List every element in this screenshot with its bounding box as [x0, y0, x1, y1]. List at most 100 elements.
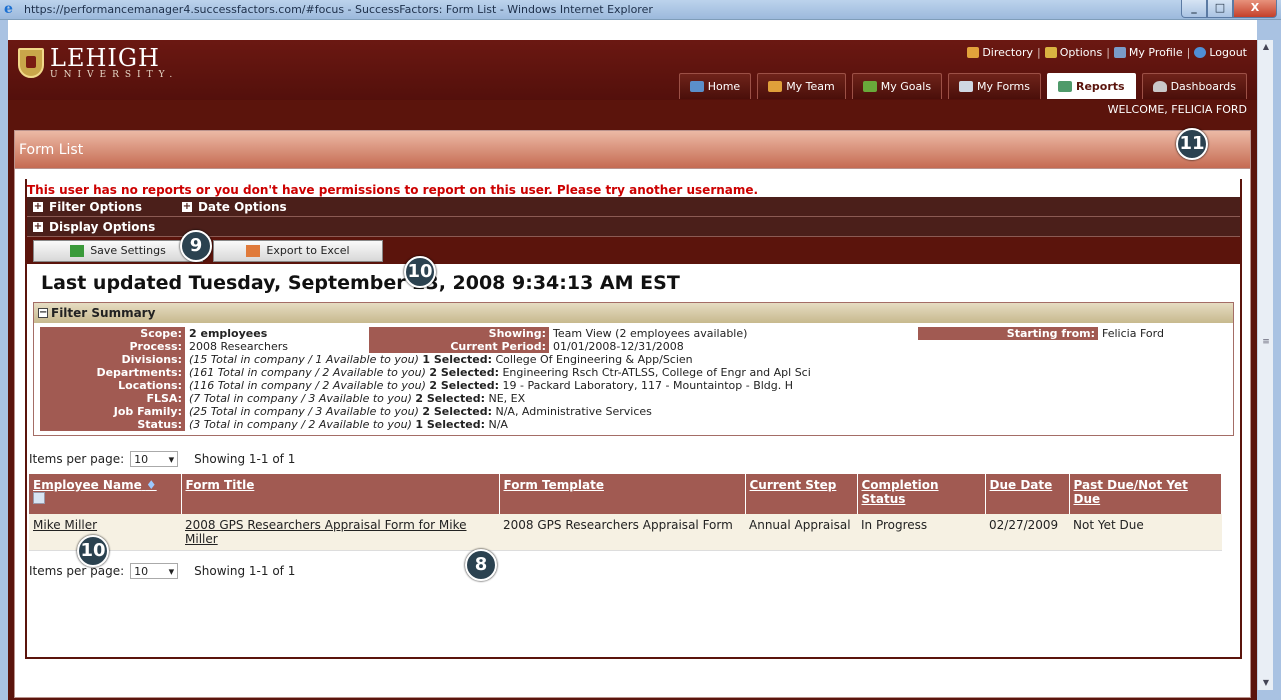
tab-my-goals[interactable]: My Goals — [851, 73, 943, 99]
options-icon — [1044, 47, 1057, 58]
col-employee-name[interactable]: Employee Name ♦ — [29, 474, 182, 514]
export-excel-button[interactable]: Export to Excel — [213, 239, 383, 262]
filter-row-selection: Engineering Rsch Ctr-ATLSS, College of E… — [502, 366, 811, 379]
tab-reports[interactable]: Reports — [1046, 73, 1136, 99]
scope-value: 2 employees — [189, 327, 268, 340]
my-profile-link[interactable]: My Profile — [1113, 46, 1183, 59]
logout-link[interactable]: Logout — [1194, 46, 1247, 59]
window-titlebar: e https://performancemanager4.successfac… — [0, 0, 1281, 20]
home-icon — [689, 81, 704, 92]
filter-row-totals: (3 Total in company / 2 Available to you… — [189, 418, 412, 431]
filter-row: Status: (3 Total in company / 2 Available… — [40, 418, 1227, 431]
filter-row: Locations: (116 Total in company / 2 Avai… — [40, 379, 1227, 392]
period-value: 01/01/2008-12/31/2008 — [553, 340, 684, 353]
filter-options-toggle[interactable]: + Filter Options — [33, 200, 142, 214]
filter-row-process: Process: 2008 Researchers Current Period… — [40, 340, 1227, 353]
showing-count: Showing 1-1 of 1 — [194, 452, 296, 466]
filter-row-value: (25 Total in company / 3 Available to yo… — [189, 405, 652, 418]
col-current-step[interactable]: Current Step — [745, 474, 858, 514]
shield-icon — [18, 48, 44, 78]
scroll-up-icon[interactable]: ▲ — [1258, 40, 1274, 54]
col-current-step-label: Current Step — [749, 478, 837, 492]
vertical-scrollbar[interactable]: ▲ ≡ ▼ — [1257, 40, 1273, 690]
tab-dashboards[interactable]: Dashboards — [1141, 73, 1247, 99]
col-form-template-label: Form Template — [503, 478, 604, 492]
profile-icon — [1113, 47, 1126, 58]
scroll-down-icon[interactable]: ▼ — [1258, 676, 1274, 690]
table-icon[interactable] — [33, 492, 45, 504]
directory-icon — [967, 47, 980, 58]
filter-row-selection: College Of Engineering & App/Scien — [495, 353, 693, 366]
filter-summary: − Filter Summary Scope: 2 employees Showi… — [33, 302, 1234, 436]
form-template-cell: 2008 GPS Researchers Appraisal Form — [499, 514, 745, 551]
filter-row-selection: N/A — [488, 418, 508, 431]
save-settings-button[interactable]: Save Settings — [33, 239, 203, 262]
filter-row: Divisions: (15 Total in company / 1 Avail… — [40, 353, 1227, 366]
filter-row-value: (7 Total in company / 3 Available to you… — [189, 392, 525, 405]
col-due-date[interactable]: Due Date — [985, 474, 1070, 514]
starting-value: Felicia Ford — [1102, 327, 1164, 340]
save-settings-label: Save Settings — [90, 244, 166, 257]
directory-link[interactable]: Directory — [967, 46, 1033, 59]
export-icon — [246, 244, 261, 257]
form-table: Employee Name ♦ Form Title Form Template… — [29, 474, 1222, 551]
filter-row-value: (3 Total in company / 2 Available to you… — [189, 418, 508, 431]
col-form-title[interactable]: Form Title — [181, 474, 500, 514]
expand-icon: + — [181, 200, 192, 212]
goals-icon — [862, 81, 877, 92]
lehigh-logo[interactable]: LEHIGH UNIVERSITY. — [18, 46, 178, 80]
options-link[interactable]: Options — [1044, 46, 1102, 59]
items-per-page-select[interactable]: 10 ▾ — [130, 563, 179, 579]
team-icon — [768, 81, 783, 92]
callout-badge: 11 — [1176, 128, 1208, 160]
collapse-icon: − — [38, 307, 48, 318]
filter-row-label: Job Family: — [40, 405, 185, 418]
col-completion-status[interactable]: Completion Status — [857, 474, 986, 514]
close-icon[interactable]: X — [1233, 0, 1277, 18]
current-step-cell: Annual Appraisal — [745, 514, 857, 551]
col-past-due[interactable]: Past Due/Not Yet Due — [1069, 474, 1222, 514]
sort-icon[interactable]: ♦ — [146, 478, 157, 492]
filter-row-selected: 2 Selected: — [429, 379, 499, 392]
employee-name-link[interactable]: Mike Miller — [33, 518, 97, 532]
ie-logo-icon: e — [4, 1, 13, 17]
col-form-template[interactable]: Form Template — [499, 474, 746, 514]
display-options-label: Display Options — [49, 219, 156, 234]
filter-row-totals: (15 Total in company / 1 Available to yo… — [189, 353, 419, 366]
window-frame-left — [0, 20, 8, 700]
window-controls: _ □ X — [1181, 0, 1277, 18]
filter-row-value: (116 Total in company / 2 Available to y… — [189, 379, 793, 392]
display-options-toggle[interactable]: + Display Options — [33, 220, 155, 234]
pagination-top: Items per page: 10 ▾ Showing 1-1 of 1 — [27, 436, 1240, 468]
filter-row-selection: NE, EX — [488, 392, 526, 405]
form-list-panel: Form List This user has no reports or yo… — [14, 130, 1251, 698]
tab-my-team[interactable]: My Team — [757, 73, 846, 99]
scroll-thumb[interactable]: ≡ — [1261, 335, 1271, 349]
filter-row-label: Status: — [40, 418, 185, 431]
tab-dashboards-label: Dashboards — [1170, 80, 1236, 93]
maximize-icon[interactable]: □ — [1207, 0, 1233, 18]
pagination-bottom: Items per page: 10 ▾ Showing 1-1 of 1 — [27, 551, 1240, 583]
scope-label: Scope: — [40, 327, 185, 340]
reports-icon — [1057, 81, 1072, 92]
callout-badge: 10 — [77, 535, 109, 567]
top-links: Directory | Options | My Profile | Logou… — [967, 46, 1247, 59]
filter-row-totals: (7 Total in company / 3 Available to you… — [189, 392, 412, 405]
filter-row: FLSA: (7 Total in company / 3 Available t… — [40, 392, 1227, 405]
dropdown-arrow-icon: ▾ — [168, 452, 175, 466]
filter-summary-title: Filter Summary — [51, 306, 156, 320]
items-per-page-label: Items per page: — [29, 564, 125, 578]
minimize-icon[interactable]: _ — [1181, 0, 1207, 18]
tab-home[interactable]: Home — [678, 73, 752, 99]
col-form-title-label: Form Title — [185, 478, 255, 492]
items-per-page-select[interactable]: 10 ▾ — [130, 451, 179, 467]
callout-badge: 9 — [180, 230, 212, 262]
form-title-link[interactable]: 2008 GPS Researchers Appraisal Form for … — [185, 518, 467, 546]
filter-row-totals: (25 Total in company / 3 Available to yo… — [189, 405, 419, 418]
tab-my-forms[interactable]: My Forms — [948, 73, 1041, 99]
date-options-toggle[interactable]: + Date Options — [181, 200, 287, 214]
window-title: https://performancemanager4.successfacto… — [24, 3, 653, 16]
filter-summary-header[interactable]: − Filter Summary — [34, 303, 1233, 323]
filter-summary-body: Scope: 2 employees Showing: Team View (2… — [34, 323, 1233, 435]
logo-sub: UNIVERSITY. — [50, 70, 179, 80]
